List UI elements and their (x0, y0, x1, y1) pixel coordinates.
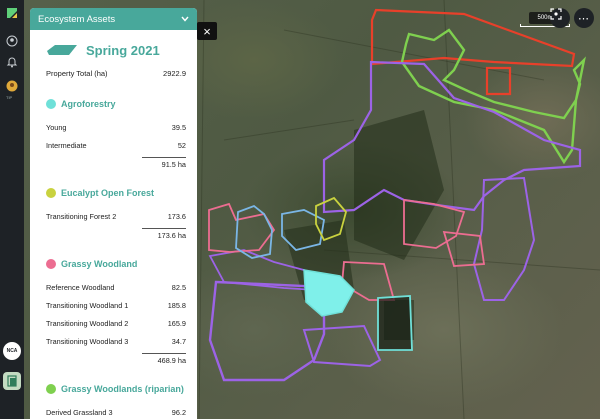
layers-icon (7, 375, 17, 387)
section-rows: Derived Grassland 3 96.2 (46, 403, 186, 419)
bell-icon[interactable] (6, 56, 18, 68)
season-label: Spring 2021 (86, 42, 160, 58)
row-value: 34.7 (171, 336, 186, 346)
purple-parcel-east[interactable] (472, 176, 536, 301)
property-total-value: 2922.9 (163, 69, 186, 78)
grassy-woodland-color-dot (46, 259, 56, 269)
list-item: Young 39.5 (46, 118, 186, 136)
fit-bounds-button[interactable] (550, 8, 570, 28)
row-value: 82.5 (171, 282, 186, 292)
list-item: Transitioning Woodland 3 34.7 (46, 332, 186, 350)
user-icon[interactable] (6, 35, 18, 47)
section-name: Eucalypt Open Forest (61, 188, 155, 198)
close-panel-button[interactable]: × (197, 22, 217, 40)
row-value: 173.6 (167, 211, 186, 221)
agroforestry-color-dot (46, 99, 56, 109)
row-value: 165.9 (167, 318, 186, 328)
ecosystem-assets-panel: Ecosystem Assets Spring 2021 Property To… (30, 8, 197, 419)
avatar-icon[interactable] (6, 80, 18, 92)
row-label: Transitioning Woodland 3 (46, 336, 129, 346)
row-label: Transitioning Woodland 1 (46, 300, 129, 310)
riparian-color-dot (46, 384, 56, 394)
row-value: 96.2 (171, 407, 186, 417)
section-subtotal: 91.5 ha (46, 156, 186, 170)
row-label: Transitioning Woodland 2 (46, 318, 129, 328)
section-name: Grassy Woodland (61, 259, 138, 269)
eucalypt-color-dot (46, 188, 56, 198)
row-label: Derived Grassland 3 (46, 407, 113, 417)
list-item: Derived Grassland 3 96.2 (46, 403, 186, 419)
forest-patch (284, 110, 444, 340)
panel-header[interactable]: Ecosystem Assets (30, 8, 197, 30)
section-agroforestry[interactable]: Agroforestry (46, 98, 186, 110)
row-value: 185.8 (167, 300, 186, 310)
list-item: Transitioning Woodland 2 165.9 (46, 314, 186, 332)
section-name: Agroforestry (61, 99, 116, 109)
subtotal-value: 91.5 ha (142, 157, 186, 169)
section-eucalypt-open-forest[interactable]: Eucalypt Open Forest (46, 187, 186, 199)
property-total-label: Property Total (ha) (46, 69, 108, 78)
row-label: Reference Woodland (46, 282, 115, 292)
section-grassy-woodland[interactable]: Grassy Woodland (46, 258, 186, 270)
row-label: Intermediate (46, 140, 87, 150)
avatar-caption: TIP (6, 95, 13, 100)
row-value: 52 (177, 140, 186, 150)
focus-icon (550, 8, 562, 20)
blue-parcel-dark[interactable] (377, 295, 413, 351)
list-item: Transitioning Forest 2 173.6 (46, 207, 186, 225)
purple-parcel-south[interactable] (302, 324, 382, 368)
chevron-down-icon[interactable] (181, 16, 189, 22)
row-label: Young (46, 122, 67, 132)
nca-badge[interactable]: NCA (3, 342, 21, 360)
app-sidebar: TIP NCA (0, 0, 24, 419)
section-name: Grassy Woodlands (riparian) (61, 384, 184, 394)
subtotal-value: 468.9 ha (142, 353, 186, 365)
subtotal-value: 173.6 ha (142, 228, 186, 240)
section-grassy-woodlands-riparian[interactable]: Grassy Woodlands (riparian) (46, 383, 186, 395)
property-total-row: Property Total (ha) 2922.9 (46, 69, 186, 81)
more-icon: ⋯ (578, 12, 590, 25)
row-value: 39.5 (171, 122, 186, 132)
section-rows: Transitioning Forest 2 173.6 173.6 ha (46, 207, 186, 241)
more-options-button[interactable]: ⋯ (574, 8, 594, 28)
app-logo-icon[interactable] (5, 6, 19, 20)
row-label: Transitioning Forest 2 (46, 211, 117, 221)
season-heading: Spring 2021 (46, 41, 186, 59)
parcel-shape-icon (47, 45, 77, 55)
layers-button[interactable] (3, 372, 21, 390)
section-rows: Reference Woodland 82.5 Transitioning Wo… (46, 278, 186, 366)
list-item: Intermediate 52 (46, 136, 186, 154)
section-subtotal: 173.6 ha (46, 227, 186, 241)
list-item: Reference Woodland 82.5 (46, 278, 186, 296)
section-subtotal: 468.9 ha (46, 352, 186, 366)
red-parcel-small[interactable] (485, 66, 512, 96)
list-item: Transitioning Woodland 1 185.8 (46, 296, 186, 314)
section-rows: Young 39.5 Intermediate 52 91.5 ha (46, 118, 186, 170)
panel-title: Ecosystem Assets (38, 13, 116, 25)
